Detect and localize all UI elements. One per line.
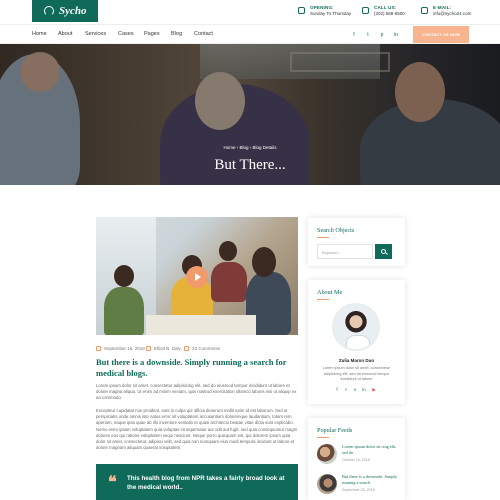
- quote-text: This health blog from NPR takes a fairly…: [127, 475, 285, 491]
- feed-item-title[interactable]: Lorem ipsum dolor sit cing elit, sed do.: [342, 444, 398, 455]
- facebook-icon[interactable]: f: [334, 387, 340, 393]
- feed-thumbnail[interactable]: [317, 474, 337, 494]
- post-date: September 16, 2018: [96, 346, 145, 351]
- nav-item-cases[interactable]: Cases: [118, 31, 134, 37]
- search-widget-title: Search Objects: [317, 227, 355, 234]
- breadcrumb-blog[interactable]: Blog: [239, 145, 248, 150]
- post-author-text[interactable]: Elliott B. Daly: [154, 346, 181, 351]
- call-us: CALL US: (202) 588-6500: [362, 5, 405, 17]
- image-table: [146, 315, 256, 335]
- user-icon: [146, 346, 151, 351]
- post-paragraph-2: Excepteur cupidatat non proident, sunt i…: [96, 408, 298, 451]
- facebook-icon[interactable]: f: [350, 31, 358, 39]
- pinterest-icon[interactable]: p: [378, 31, 386, 39]
- play-video-button[interactable]: [186, 266, 208, 288]
- popular-feeds-title: Popular Feeds: [317, 427, 353, 434]
- twitter-icon[interactable]: t: [364, 31, 372, 39]
- nav-item-about[interactable]: About: [58, 31, 72, 37]
- calendar-icon: [96, 346, 101, 351]
- nav-item-services[interactable]: Services: [85, 31, 106, 37]
- logo-icon: [44, 6, 54, 16]
- post-paragraph-1: Lorem ipsum dolor sit amet, consectetur …: [96, 383, 297, 401]
- page-title: But There...: [214, 157, 286, 173]
- instagram-icon[interactable]: in: [361, 387, 367, 393]
- breadcrumb: Home › Blog › Blog Details: [0, 145, 500, 150]
- post-date-text: September 16, 2018: [104, 346, 145, 351]
- email-value[interactable]: info@sycho24.com: [433, 11, 471, 17]
- image-person-1: [104, 287, 144, 335]
- play-icon: [195, 273, 201, 281]
- breadcrumb-current: Blog Details: [252, 145, 277, 150]
- phone-icon: [362, 7, 369, 14]
- nav-item-blog[interactable]: Blog: [171, 31, 182, 37]
- youtube-icon[interactable]: ▶: [371, 387, 377, 393]
- title-underline: [317, 237, 329, 238]
- search-input[interactable]: Keyword...: [317, 244, 373, 259]
- popular-feeds-widget: Popular Feeds Lorem ipsum dolor sit cing…: [308, 418, 405, 500]
- title-underline: [317, 437, 329, 438]
- contact-us-button[interactable]: CONTACT US NOW: [413, 26, 469, 43]
- title-underline: [317, 299, 329, 300]
- author-name: Zulia Maron Duo: [338, 358, 375, 363]
- author-bio: Lorem ipsum dolor sit amet, consectetur …: [322, 366, 391, 381]
- post-comments: 23 Comments: [184, 346, 220, 351]
- post-author: Elliott B. Daly: [146, 346, 181, 351]
- feed-item-date: September 25, 2018: [342, 488, 375, 492]
- call-value[interactable]: (202) 588-6500: [374, 11, 405, 17]
- search-widget: Search Objects Keyword...: [308, 218, 405, 266]
- logo-text: Sycho: [59, 5, 87, 17]
- post-title[interactable]: But there is a downside. Simply running …: [96, 357, 296, 379]
- hero-banner: Home › Blog › Blog Details But There...: [0, 44, 500, 185]
- site-logo[interactable]: Sycho: [32, 0, 98, 22]
- post-comments-text[interactable]: 23 Comments: [192, 346, 220, 351]
- breadcrumb-home[interactable]: Home: [223, 145, 235, 150]
- instagram-icon[interactable]: in: [392, 31, 400, 39]
- twitter-icon[interactable]: t: [343, 387, 349, 393]
- about-widget-title: About Me: [317, 289, 343, 296]
- image-person-3-head: [219, 241, 237, 261]
- avatar-body: [346, 335, 370, 349]
- quote-icon: ❝: [108, 474, 117, 491]
- avatar: [332, 303, 380, 351]
- about-widget: About Me Zulia Maron Duo Lorem ipsum dol…: [308, 280, 405, 404]
- nav-item-pages[interactable]: Pages: [144, 31, 160, 37]
- blockquote: ❝ This health blog from NPR takes a fair…: [96, 464, 298, 500]
- nav-item-home[interactable]: Home: [32, 31, 47, 37]
- search-icon: [381, 249, 386, 254]
- top-info-bar: Sycho OPENING: Sunday To Thursday CALL U…: [0, 0, 500, 24]
- nav-item-contact[interactable]: Contact: [194, 31, 213, 37]
- vimeo-icon[interactable]: v: [352, 387, 358, 393]
- envelope-icon: [421, 7, 428, 14]
- feed-thumbnail[interactable]: [317, 444, 337, 464]
- image-person-1-head: [114, 265, 134, 287]
- email-info: E-MAIL: info@sycho24.com: [421, 5, 471, 17]
- feed-item-date: October 15, 2018: [342, 458, 370, 462]
- comment-icon: [184, 346, 189, 351]
- image-person-3: [211, 262, 247, 302]
- image-person-4-head: [252, 247, 276, 277]
- opening-value: Sunday To Thursday: [310, 11, 352, 16]
- search-button[interactable]: [375, 244, 392, 259]
- opening-hours: OPENING: Sunday To Thursday: [298, 5, 351, 17]
- clock-icon: [298, 7, 305, 14]
- feed-item-title[interactable]: But there is a downside. Simply running …: [342, 474, 398, 485]
